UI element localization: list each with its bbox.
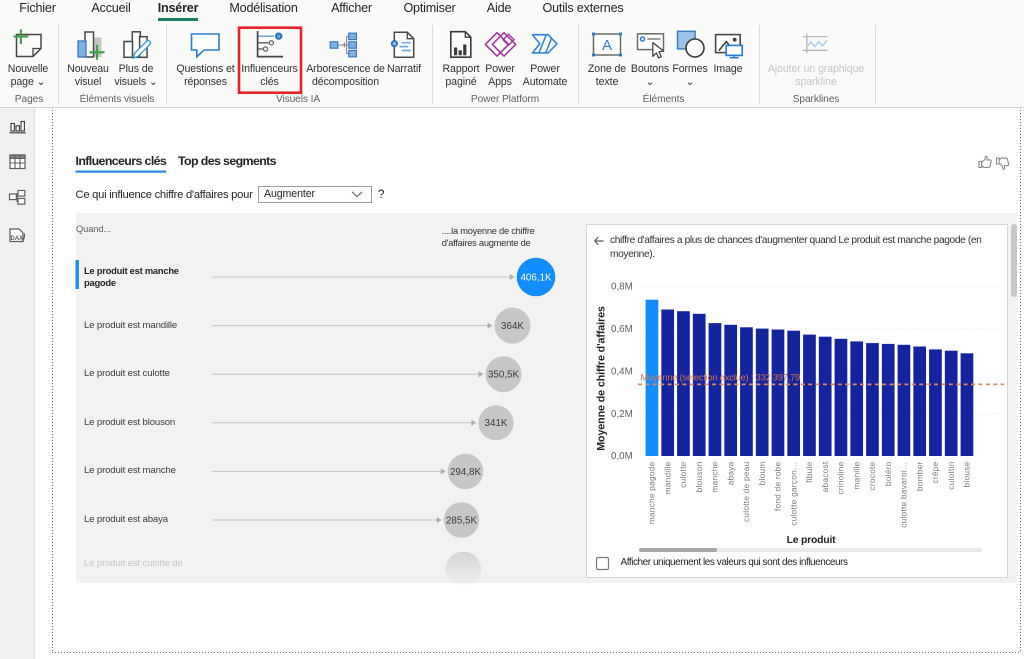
svg-text:0,8M: 0,8M — [611, 281, 633, 292]
svg-text:manche pagode: manche pagode — [647, 461, 657, 524]
svg-text:Moyenne de chiffre d'affaires: Moyenne de chiffre d'affaires — [595, 306, 607, 451]
svg-text:406,1K: 406,1K — [520, 272, 552, 283]
svg-text:blouse: blouse — [962, 461, 972, 487]
svg-text:0,4M: 0,4M — [611, 366, 633, 377]
svg-text:crinoline: crinoline — [836, 461, 846, 494]
svg-text:mandille: mandille — [662, 461, 672, 494]
svg-text:fibule: fibule — [804, 461, 814, 482]
svg-text:0,2M: 0,2M — [611, 409, 633, 420]
svg-text:364K: 364K — [501, 321, 524, 332]
svg-text:0,0M: 0,0M — [611, 451, 633, 462]
svg-text:abacost: abacost — [820, 461, 830, 492]
svg-text:manche: manche — [710, 461, 720, 492]
svg-text:bloum: bloum — [757, 462, 767, 486]
svg-text:abaya: abaya — [725, 461, 735, 485]
svg-text:culotte garçon…: culotte garçon… — [788, 462, 798, 526]
svg-text:blouson: blouson — [694, 461, 704, 492]
svg-text:DAX: DAX — [11, 236, 24, 242]
svg-text:fond de robe: fond de robe — [773, 461, 783, 511]
svg-text:crêpe: crêpe — [930, 461, 940, 483]
svg-text:Moyenne (sélection exclue) : 3: Moyenne (sélection exclue) : 332 397,79 — [641, 372, 801, 382]
svg-text:bomber: bomber — [914, 462, 924, 492]
svg-text:culotte de peau: culotte de peau — [741, 461, 751, 522]
svg-text:culotte: culotte — [678, 461, 688, 487]
svg-text:294,8K: 294,8K — [450, 467, 482, 478]
svg-text:341K: 341K — [485, 418, 508, 429]
svg-text:0,6M: 0,6M — [611, 324, 633, 335]
svg-text:A: A — [602, 37, 612, 54]
svg-text:culottin: culottin — [946, 461, 956, 489]
svg-text:350,5K: 350,5K — [488, 370, 520, 381]
svg-text:285,5K: 285,5K — [446, 515, 478, 526]
svg-text:crocote: crocote — [867, 461, 877, 490]
svg-text:boléro: boléro — [883, 461, 893, 486]
svg-text:culotte bavaroi…: culotte bavaroi… — [899, 462, 909, 528]
svg-text:manille: manille — [851, 461, 861, 489]
